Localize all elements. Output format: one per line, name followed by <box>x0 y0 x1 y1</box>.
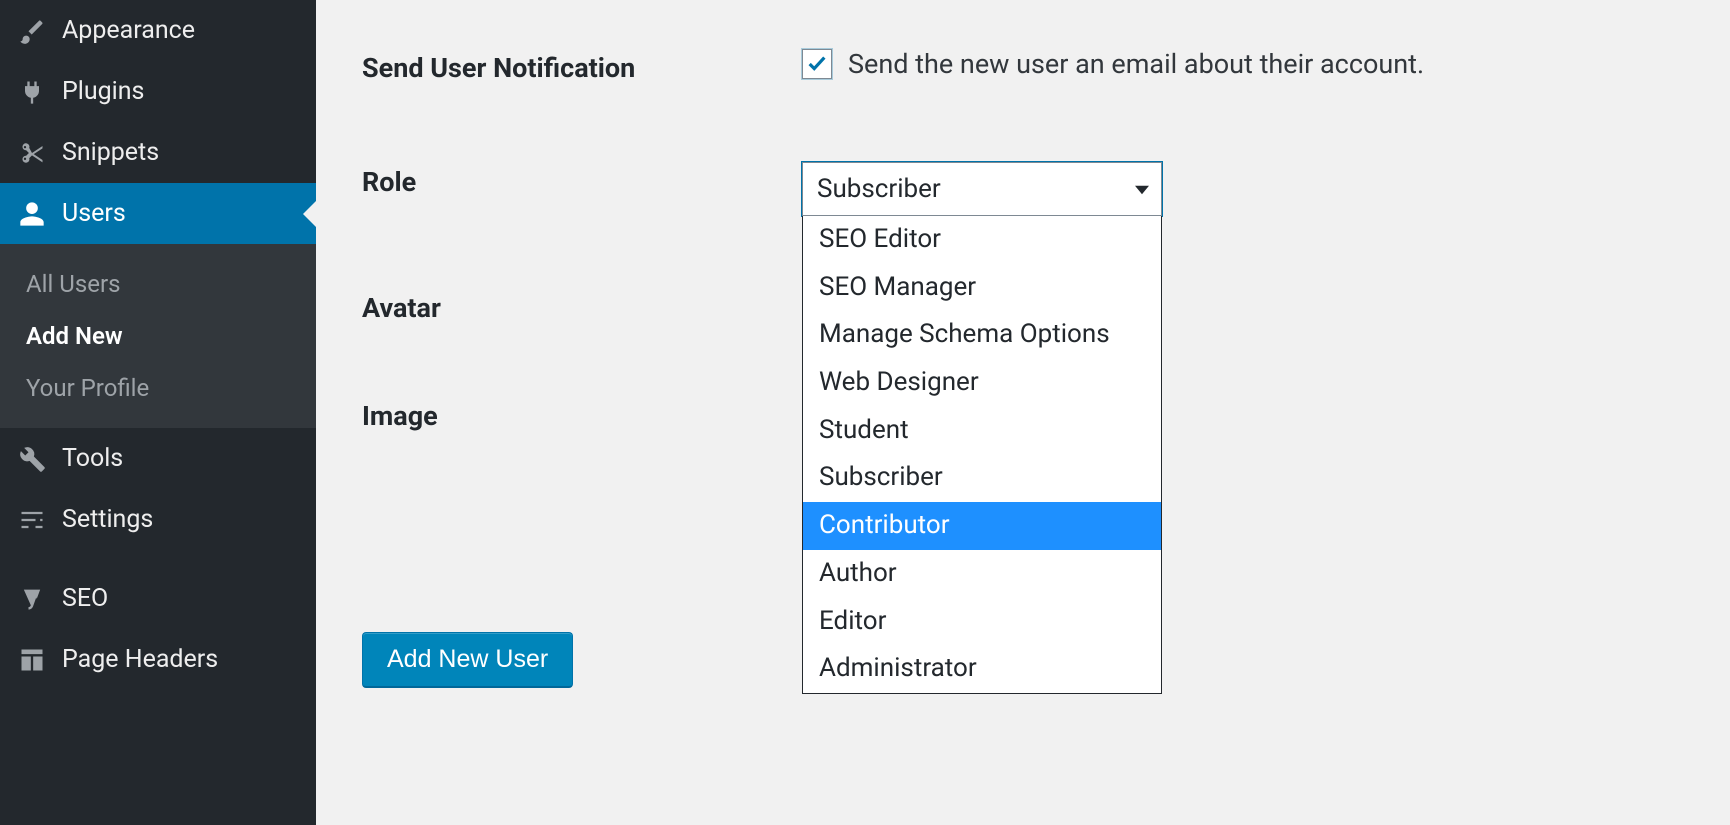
role-option[interactable]: Subscriber <box>803 454 1161 502</box>
menu-label: Plugins <box>62 77 144 106</box>
sidebar-item-settings[interactable]: Settings <box>0 489 316 550</box>
menu-label: Settings <box>62 505 153 534</box>
role-option[interactable]: Administrator <box>803 645 1161 693</box>
check-icon <box>806 53 828 75</box>
submenu-item-add-new[interactable]: Add New <box>0 310 316 362</box>
role-option[interactable]: Student <box>803 407 1161 455</box>
sidebar-menu: Appearance Plugins Snippets Users All Us… <box>0 0 316 690</box>
menu-separator <box>0 550 316 568</box>
role-field: Subscriber SEO Editor SEO Manager Manage… <box>802 162 1684 216</box>
role-select[interactable]: Subscriber SEO Editor SEO Manager Manage… <box>802 162 1162 216</box>
role-option[interactable]: SEO Editor <box>803 216 1161 264</box>
sidebar-item-plugins[interactable]: Plugins <box>0 61 316 122</box>
sidebar-item-users[interactable]: Users <box>0 183 316 244</box>
admin-sidebar: Appearance Plugins Snippets Users All Us… <box>0 0 316 825</box>
users-submenu: All Users Add New Your Profile <box>0 244 316 428</box>
notification-label: Send User Notification <box>362 48 802 84</box>
role-selected-value: Subscriber <box>817 174 941 204</box>
role-option[interactable]: Contributor <box>803 502 1161 550</box>
brush-icon <box>18 17 62 45</box>
menu-label: Users <box>62 199 126 228</box>
sliders-icon <box>18 506 62 534</box>
avatar-label: Avatar <box>362 288 802 324</box>
menu-label: SEO <box>62 584 108 613</box>
sidebar-item-seo[interactable]: SEO <box>0 568 316 629</box>
menu-label: Snippets <box>62 138 159 167</box>
image-label: Image <box>362 396 802 432</box>
role-label: Role <box>362 162 802 198</box>
role-option[interactable]: SEO Manager <box>803 264 1161 312</box>
role-select-display[interactable]: Subscriber <box>802 162 1162 216</box>
menu-label: Page Headers <box>62 645 218 674</box>
yoast-icon <box>18 585 62 613</box>
notification-field: Send the new user an email about their a… <box>802 48 1684 80</box>
submenu-item-your-profile[interactable]: Your Profile <box>0 362 316 414</box>
wrench-icon <box>18 445 62 473</box>
menu-label: Tools <box>62 444 123 473</box>
user-icon <box>18 200 62 228</box>
notification-text: Send the new user an email about their a… <box>848 48 1424 80</box>
sidebar-item-tools[interactable]: Tools <box>0 428 316 489</box>
role-option[interactable]: Manage Schema Options <box>803 311 1161 359</box>
scissors-icon <box>18 139 62 167</box>
submenu-item-all-users[interactable]: All Users <box>0 258 316 310</box>
role-option[interactable]: Author <box>803 550 1161 598</box>
menu-label: Appearance <box>62 16 195 45</box>
main-content: Send User Notification Send the new user… <box>316 0 1730 825</box>
sidebar-item-page-headers[interactable]: Page Headers <box>0 629 316 690</box>
sidebar-item-appearance[interactable]: Appearance <box>0 0 316 61</box>
role-options-dropdown: SEO Editor SEO Manager Manage Schema Opt… <box>802 216 1162 694</box>
notification-checkbox[interactable] <box>802 49 832 79</box>
plug-icon <box>18 78 62 106</box>
chevron-down-icon <box>1135 174 1149 204</box>
sidebar-item-snippets[interactable]: Snippets <box>0 122 316 183</box>
role-option[interactable]: Editor <box>803 598 1161 646</box>
add-new-user-button[interactable]: Add New User <box>362 632 573 688</box>
role-option[interactable]: Web Designer <box>803 359 1161 407</box>
row-notification: Send User Notification Send the new user… <box>362 48 1684 84</box>
layout-icon <box>18 646 62 674</box>
row-role: Role Subscriber SEO Editor SEO Manager M… <box>362 162 1684 216</box>
